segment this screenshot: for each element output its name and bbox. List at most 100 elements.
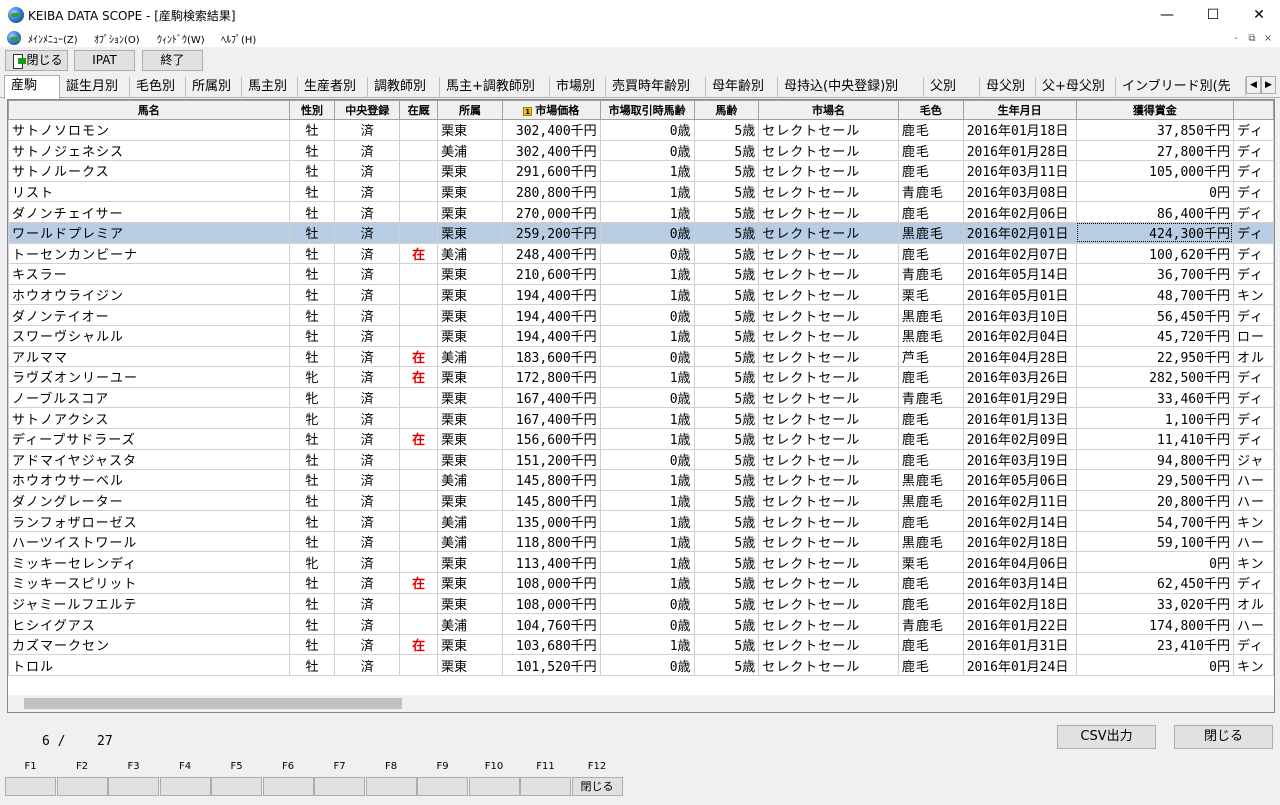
cell-sire[interactable]: キン: [1232, 551, 1274, 574]
cell-in-stable[interactable]: 在: [399, 427, 439, 450]
cell-affiliation[interactable]: 栗東: [437, 263, 503, 285]
cell-in-stable[interactable]: [399, 489, 439, 512]
cell-coat[interactable]: 鹿毛: [897, 572, 964, 594]
cell-age[interactable]: 5歳: [693, 345, 760, 368]
cell-earnings[interactable]: 0円: [1075, 551, 1234, 574]
cell-birthdate[interactable]: 2016年05月14日: [962, 263, 1077, 285]
cell-market-name[interactable]: セレクトセール: [758, 386, 899, 409]
cell-name[interactable]: サトノルークス: [8, 160, 290, 182]
cell-in-stable[interactable]: [399, 448, 439, 471]
cell-central-reg[interactable]: 済: [334, 489, 401, 512]
tab-breeder[interactable]: 生産者別: [298, 77, 368, 98]
table-row[interactable]: ワールドプレミア牡済 栗東 259,200千円 0歳 5歳 セレクトセール 黒鹿毛 2016年…: [8, 221, 1274, 244]
cell-affiliation[interactable]: 栗東: [437, 572, 503, 594]
table-row[interactable]: サトノジェネシス牡済 美浦 302,400千円 0歳 5歳 セレクトセール 鹿毛 2016年0…: [8, 139, 1274, 162]
cell-market-price[interactable]: 167,400千円: [501, 407, 601, 429]
tab-owner-trainer[interactable]: 馬主+調教師別: [440, 77, 550, 98]
cell-birthdate[interactable]: 2016年03月11日: [962, 160, 1077, 182]
table-row[interactable]: ダノンテイオー牡済 栗東 194,400千円 0歳 5歳 セレクトセール 黒鹿毛 2016年0…: [8, 304, 1274, 326]
cell-earnings[interactable]: 56,450千円: [1075, 304, 1234, 326]
cell-birthdate[interactable]: 2016年01月28日: [962, 139, 1077, 162]
cell-market-name[interactable]: セレクトセール: [758, 572, 899, 594]
cell-sex[interactable]: 牡: [288, 613, 336, 635]
cell-market-price[interactable]: 167,400千円: [501, 386, 601, 409]
tab-inbreed[interactable]: インブリード別(先: [1116, 77, 1246, 98]
menu-main[interactable]: ﾒｲﾝﾒﾆｭｰ(Z): [28, 31, 78, 46]
cell-birthdate[interactable]: 2016年02月09日: [962, 427, 1077, 450]
cell-central-reg[interactable]: 済: [334, 242, 401, 265]
cell-sex[interactable]: 牝: [288, 407, 336, 429]
cell-market-name[interactable]: セレクトセール: [758, 427, 899, 450]
cell-sire[interactable]: ハー: [1232, 469, 1274, 491]
cell-sire[interactable]: ディ: [1232, 407, 1274, 429]
cell-coat[interactable]: 鹿毛: [897, 119, 964, 141]
table-row[interactable]: カズマークセン牡済在栗東 103,680千円 1歳 5歳 セレクトセール 鹿毛 2016年0…: [8, 633, 1274, 656]
cell-market-price[interactable]: 101,520千円: [501, 654, 601, 677]
table-row[interactable]: リスト牡済 栗東 280,800千円 1歳 5歳 セレクトセール 青鹿毛 2016年03月08…: [8, 180, 1274, 203]
cell-birthdate[interactable]: 2016年03月19日: [962, 448, 1077, 471]
cell-sire[interactable]: ジャ: [1232, 448, 1274, 471]
cell-market-name[interactable]: セレクトセール: [758, 242, 899, 265]
cell-name[interactable]: サトノソロモン: [8, 119, 290, 141]
cell-age[interactable]: 5歳: [693, 551, 760, 574]
tab-owner[interactable]: 馬主別: [242, 77, 298, 98]
table-row[interactable]: ランフォザローゼス牡済 美浦 135,000千円 1歳 5歳 セレクトセール 鹿毛 2016年…: [8, 510, 1274, 532]
cell-central-reg[interactable]: 済: [334, 366, 401, 388]
table-row[interactable]: ディープサドラーズ牡済在栗東 156,600千円 1歳 5歳 セレクトセール 鹿毛 2016…: [8, 427, 1274, 450]
cell-sale-age[interactable]: 1歳: [599, 572, 695, 594]
cell-sale-age[interactable]: 0歳: [599, 613, 695, 635]
cell-central-reg[interactable]: 済: [334, 139, 401, 162]
cell-sex[interactable]: 牡: [288, 469, 336, 491]
cell-market-price[interactable]: 259,200千円: [501, 221, 601, 244]
cell-sale-age[interactable]: 0歳: [599, 304, 695, 326]
cell-age[interactable]: 5歳: [693, 304, 760, 326]
cell-in-stable[interactable]: [399, 551, 439, 574]
cell-central-reg[interactable]: 済: [334, 386, 401, 409]
cell-birthdate[interactable]: 2016年02月06日: [962, 201, 1077, 223]
cell-sex[interactable]: 牡: [288, 221, 336, 244]
cell-name[interactable]: サトノジェネシス: [8, 139, 290, 162]
cell-name[interactable]: ダノンテイオー: [8, 304, 290, 326]
cell-market-price[interactable]: 280,800千円: [501, 180, 601, 203]
tab-coat-color[interactable]: 毛色別: [130, 77, 186, 98]
cell-affiliation[interactable]: 栗東: [437, 448, 503, 471]
fkey-button-1[interactable]: [5, 777, 56, 796]
fkey-button-4[interactable]: [159, 777, 211, 796]
table-row[interactable]: トーセンカンビーナ牡済在美浦 248,400千円 0歳 5歳 セレクトセール 鹿毛 2016…: [8, 242, 1274, 265]
tab-sire-bms[interactable]: 父+母父別: [1036, 77, 1116, 98]
cell-affiliation[interactable]: 栗東: [437, 386, 503, 409]
cell-central-reg[interactable]: 済: [334, 427, 401, 450]
cell-central-reg[interactable]: 済: [334, 407, 401, 429]
cell-sire[interactable]: キン: [1232, 654, 1274, 677]
cell-sex[interactable]: 牡: [288, 427, 336, 450]
scrollbar-thumb[interactable]: [24, 698, 402, 709]
cell-coat[interactable]: 黒鹿毛: [897, 469, 964, 491]
csv-export-button[interactable]: CSV出力: [1057, 725, 1156, 749]
cell-market-price[interactable]: 135,000千円: [501, 510, 601, 532]
table-row[interactable]: ミッキーセレンディ牝済 栗東 113,400千円 1歳 5歳 セレクトセール 栗毛 2016年…: [8, 551, 1274, 574]
cell-market-name[interactable]: セレクトセール: [758, 448, 899, 471]
cell-earnings[interactable]: 1,100千円: [1075, 407, 1234, 429]
cell-market-price[interactable]: 104,760千円: [501, 613, 601, 635]
cell-affiliation[interactable]: 栗東: [437, 221, 503, 244]
cell-earnings[interactable]: 282,500千円: [1075, 366, 1234, 388]
cell-birthdate[interactable]: 2016年02月04日: [962, 324, 1077, 347]
cell-name[interactable]: トーセンカンビーナ: [8, 242, 290, 265]
cell-market-price[interactable]: 103,680千円: [501, 633, 601, 656]
cell-affiliation[interactable]: 栗東: [437, 427, 503, 450]
cell-sale-age[interactable]: 0歳: [599, 242, 695, 265]
cell-earnings[interactable]: 100,620千円: [1075, 242, 1234, 265]
col-header-in-stable[interactable]: 在厩: [399, 100, 439, 120]
cell-age[interactable]: 5歳: [693, 427, 760, 450]
cell-name[interactable]: キスラー: [8, 263, 290, 285]
cell-central-reg[interactable]: 済: [334, 613, 401, 635]
cell-sire[interactable]: ディ: [1232, 366, 1274, 388]
cell-market-name[interactable]: セレクトセール: [758, 510, 899, 532]
cell-sex[interactable]: 牡: [288, 345, 336, 368]
cell-affiliation[interactable]: 美浦: [437, 242, 503, 265]
cell-earnings[interactable]: 20,800千円: [1075, 489, 1234, 512]
cell-market-price[interactable]: 194,400千円: [501, 324, 601, 347]
cell-birthdate[interactable]: 2016年01月31日: [962, 633, 1077, 656]
cell-in-stable[interactable]: [399, 654, 439, 677]
cell-coat[interactable]: 栗毛: [897, 283, 964, 306]
